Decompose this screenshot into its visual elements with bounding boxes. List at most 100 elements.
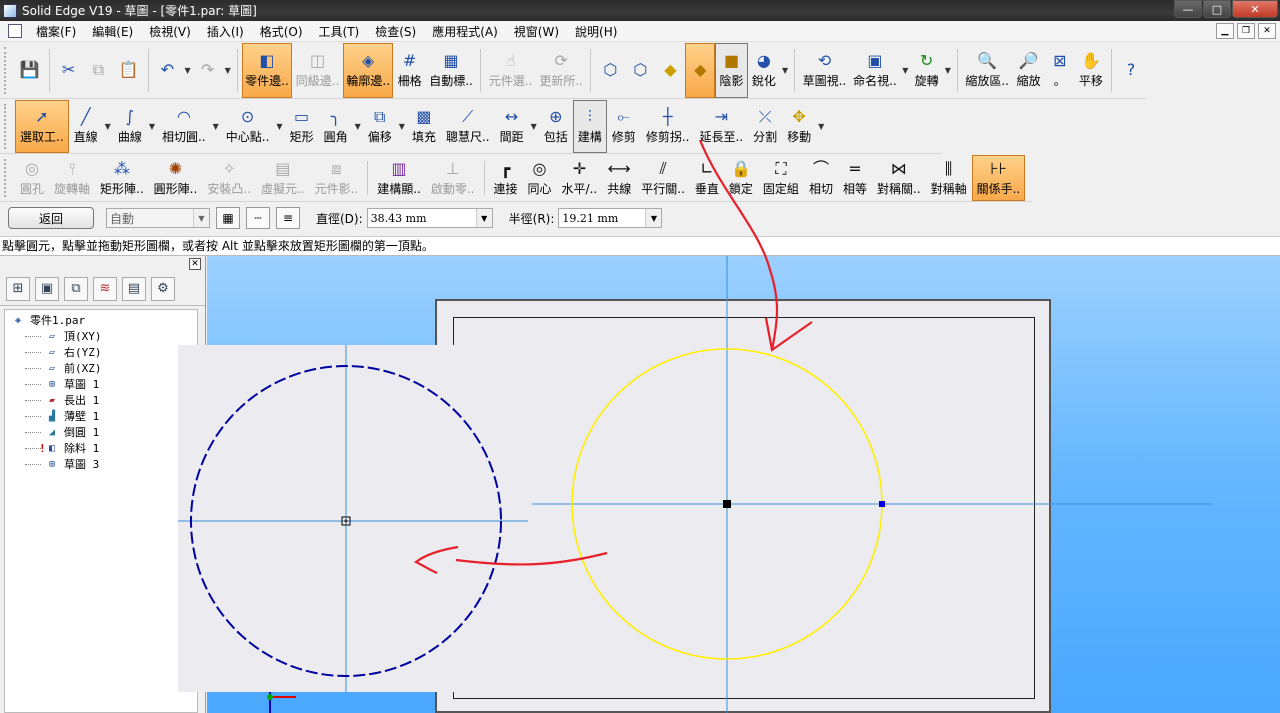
part-edge-button[interactable]: ◧ 零件邊.. [241,43,293,98]
fillet-dropdown-icon[interactable]: ▼ [355,122,361,131]
curve-dropdown-icon[interactable]: ▼ [149,122,155,131]
line-dropdown-icon[interactable]: ▼ [105,122,111,131]
construction-display-button[interactable]: ▥ 建構顯.. [372,155,426,201]
undo-button[interactable]: ↶ [152,43,182,98]
feature-library-tab-icon[interactable]: ▤ [122,276,146,301]
tree-item-cutout-1[interactable]: ! ◧ 除料 1 [5,440,197,456]
rotate-button[interactable]: ↻ 旋轉 [910,43,942,98]
menu-help[interactable]: 說明(H) [567,23,625,40]
include-button[interactable]: ⊕ 包括 [539,100,573,153]
copy-button[interactable]: ⧉ [84,43,114,98]
grid-button[interactable]: # 柵格 [393,43,425,98]
fill-button[interactable]: ▩ 填充 [407,100,441,153]
curve-button[interactable]: ∫ 曲線 [113,100,147,153]
zoom-button[interactable]: 🔎 縮放 [1012,43,1044,98]
shading-button[interactable]: ■ 陰影 [715,43,748,98]
revolve-axis-button[interactable]: ⫯ 旋轉軸 [49,155,95,201]
equal-button[interactable]: = 相等 [838,155,872,201]
tree-item-protrusion-1[interactable]: ▰ 長出 1 [5,392,197,408]
wireframe-view-button[interactable]: ⬡ [625,43,655,98]
layers-tab-icon[interactable]: ▣ [35,276,59,301]
update-all-button[interactable]: ⟳ 更新所.. [536,43,587,98]
redo-button[interactable]: ↷ [193,43,223,98]
symmetric-button[interactable]: ⋈ 對稱關.. [872,155,926,201]
toolbar-grip[interactable] [4,104,12,149]
split-button[interactable]: ⤫ 分割 [748,100,782,153]
context-help-button[interactable]: ? [1116,43,1146,98]
shaded-edges-button[interactable]: ◆ [685,43,716,98]
sharpen-button[interactable]: ◕ 銳化 [748,43,780,98]
hierarchy-edge-button[interactable]: ◫ 同級邊.. [292,43,343,98]
contour-edge-button[interactable]: ◈ 輪廓邊.. [342,43,394,98]
save-button[interactable]: 💾 [15,43,45,98]
color-style-button[interactable]: ▦ [216,207,240,229]
rigid-set-button[interactable]: ⛶ 固定組 [758,155,804,201]
line-width-button[interactable]: ≡ [276,207,300,229]
doc-minimize-button[interactable]: ▁ [1216,23,1234,39]
tangent-arc-button[interactable]: ◠ 相切圓.. [157,100,211,153]
menu-inspect[interactable]: 檢查(S) [367,23,424,40]
move-dropdown-icon[interactable]: ▼ [818,122,824,131]
start-zero-button[interactable]: ⊥ 啟動零.. [426,155,480,201]
sketch-view-button[interactable]: ⟲ 草圖視.. [799,43,850,98]
construction-button[interactable]: ⫶ 建構 [572,100,607,153]
zoom-area-button[interactable]: 🔍 縮放區.. [962,43,1013,98]
tree-item-sketch-1[interactable]: ⊞ 草圖 1 [5,376,197,392]
virtual-element-button[interactable]: ▤ 虛擬元.. [256,155,310,201]
rect-pattern-button[interactable]: ⁂ 矩形陣.. [95,155,149,201]
diameter-input[interactable]: 38.43 mm ▼ [366,208,493,228]
center-point-dropdown-icon[interactable]: ▼ [276,122,282,131]
menu-edit[interactable]: 編輯(E) [84,23,141,40]
tree-root[interactable]: ◈ 零件1.par [5,312,197,328]
tree-item-right-plane[interactable]: ▱ 右(YZ) [5,344,197,360]
tangent-arc-dropdown-icon[interactable]: ▼ [213,122,219,131]
back-button[interactable]: 返回 [8,207,94,229]
tree-item-sketch-3[interactable]: ⊞ 草圖 3 [5,456,197,472]
select-tool-button[interactable]: ➚ 選取工.. [15,100,69,153]
offset-dropdown-icon[interactable]: ▼ [399,122,405,131]
pan-button[interactable]: ✋ 平移 [1075,43,1107,98]
minimize-button[interactable]: — [1174,0,1202,18]
horizontal-vertical-button[interactable]: ✛ 水平/.. [557,155,603,201]
tree-item-round-1[interactable]: ◢ 倒圓 1 [5,424,197,440]
pane-close-icon[interactable]: ✕ [189,258,201,270]
menu-window[interactable]: 視窗(W) [506,23,567,40]
menu-file[interactable]: 檔案(F) [28,23,84,40]
center-point-button[interactable]: ⊙ 中心點.. [221,100,275,153]
element-shadow-button[interactable]: ⧈ 元件影.. [310,155,364,201]
sharpen-dropdown-icon[interactable]: ▼ [782,66,788,75]
named-view-button[interactable]: ▣ 命名視.. [850,43,901,98]
visible-edges-button[interactable]: ◆ [655,43,685,98]
collinear-button[interactable]: ⟷ 共線 [602,155,636,201]
fit-button[interactable]: ⊠。 [1045,43,1075,98]
menu-applications[interactable]: 應用程式(A) [424,23,506,40]
smart-dimension-button[interactable]: ⟋ 聰慧尺.. [441,100,495,153]
doc-close-button[interactable]: ✕ [1258,23,1276,39]
distance-dropdown-icon[interactable]: ▼ [531,122,537,131]
auto-label-button[interactable]: ▦ 自動標.. [426,43,477,98]
close-button[interactable]: ✕ [1232,0,1278,18]
doc-restore-button[interactable]: ❐ [1237,23,1255,39]
tree-item-front-plane[interactable]: ▱ 前(XZ) [5,360,197,376]
document-icon[interactable] [8,24,22,38]
menu-format[interactable]: 格式(O) [252,23,311,40]
mount-boss-button[interactable]: ✧ 安裝凸.. [202,155,256,201]
menu-view[interactable]: 檢視(V) [141,23,199,40]
sketch-tab-icon[interactable]: ≋ [93,276,117,301]
tree-item-top-plane[interactable]: ▱ 頂(XY) [5,328,197,344]
trim-corner-button[interactable]: ┼ 修剪拐.. [641,100,695,153]
undo-dropdown-icon[interactable]: ▼ [184,66,190,75]
circ-pattern-button[interactable]: ✺ 圓形陣.. [149,155,203,201]
component-select-button[interactable]: ☝ 元件選.. [485,43,536,98]
cut-button[interactable]: ✂ [54,43,84,98]
extend-button[interactable]: ⇥ 延長至.. [694,100,748,153]
line-type-button[interactable]: ┄ [246,207,270,229]
fillet-button[interactable]: ╮ 圓角 [319,100,353,153]
named-view-dropdown-icon[interactable]: ▼ [902,66,908,75]
menu-insert[interactable]: 插入(I) [199,23,252,40]
paste-button[interactable]: 📋 [114,43,144,98]
concentric-button[interactable]: ◎ 同心 [523,155,557,201]
toolbar-grip[interactable] [4,47,12,94]
toolbar-grip[interactable] [4,159,12,197]
tree-item-thin-wall-1[interactable]: ▟ 薄壁 1 [5,408,197,424]
